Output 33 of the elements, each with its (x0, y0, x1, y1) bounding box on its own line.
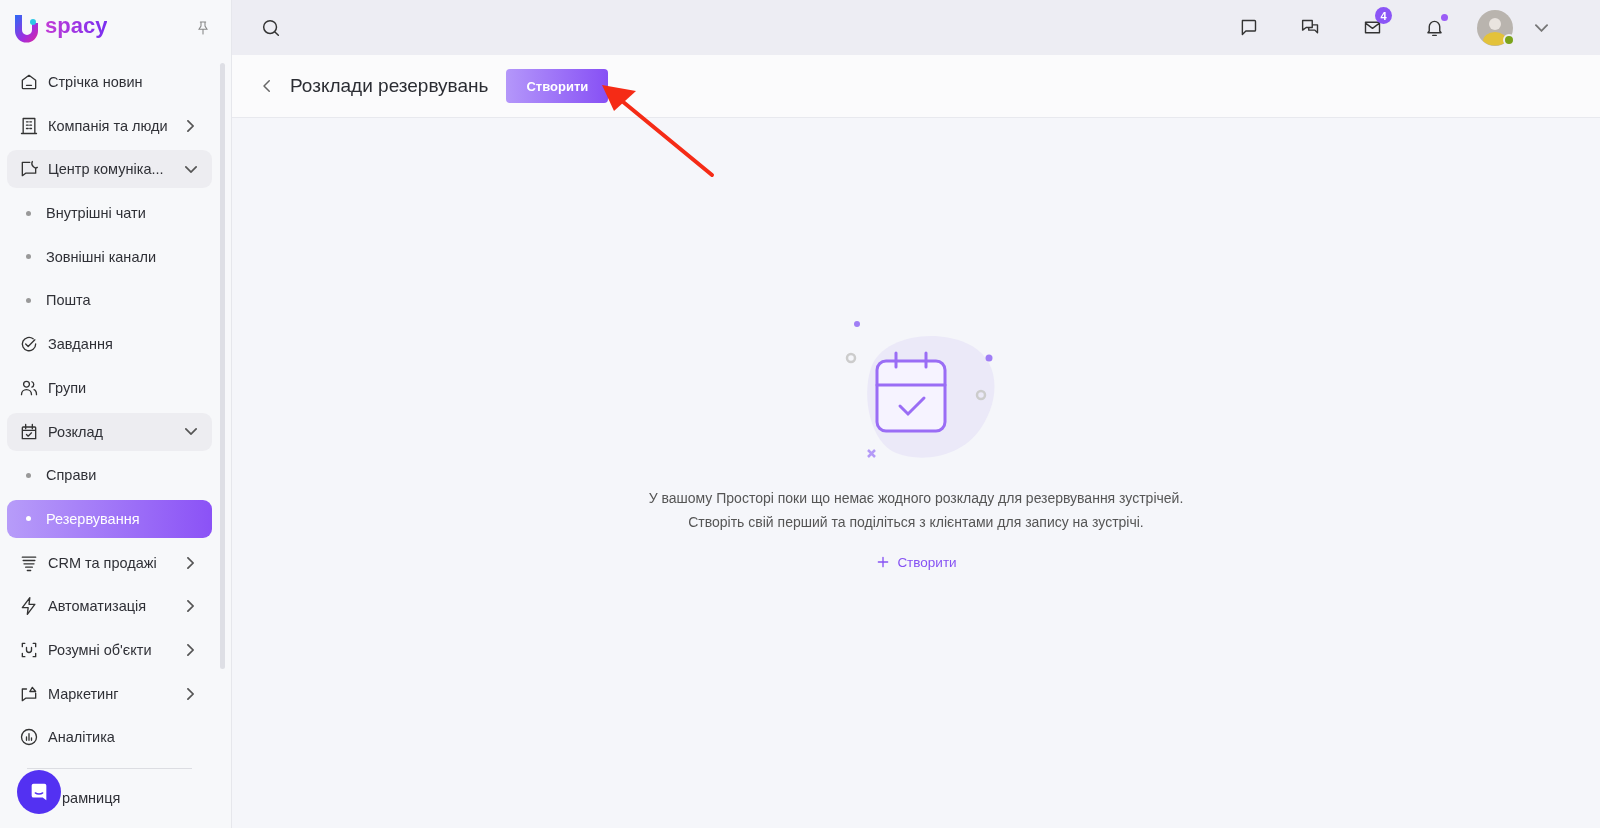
empty-state-message: У вашому Просторі поки що немає жодного розкладу для резервування зустрічей. Створіть свій перший та поділіться з клієнтами для запису на зустрічі. (648, 489, 1184, 532)
chevron-down-icon[interactable] (1535, 23, 1548, 32)
bar-chart-icon (19, 727, 39, 748)
avatar[interactable] (1477, 9, 1513, 46)
sidebar-item[interactable]: Стрічка новин (7, 63, 212, 101)
create-link[interactable]: Створити (875, 554, 957, 570)
sidebar-item[interactable]: Маркетинг (7, 674, 212, 713)
sidebar-item[interactable]: Розклад (7, 412, 212, 451)
sidebar-item[interactable]: Автоматизація (7, 587, 212, 626)
sidebar-item[interactable]: рамниця (62, 778, 212, 817)
sidebar-item[interactable]: Розумні об'єкти (7, 630, 212, 669)
page-title: Розклади резервувань (290, 75, 489, 97)
bullet-icon (26, 297, 31, 303)
home-icon (19, 72, 39, 92)
sidebar-item[interactable]: Центр комуніка... (7, 150, 212, 189)
bullet-icon (26, 516, 31, 522)
sidebar-item[interactable]: Групи (7, 368, 212, 407)
chat-widget-button[interactable] (17, 770, 61, 814)
sidebar-item[interactable]: Завдання (7, 325, 212, 364)
building-icon (19, 115, 39, 136)
count-badge: 4 (1375, 7, 1392, 24)
sidebar-subitem[interactable]: Зовнішні канали (7, 237, 212, 276)
sidebar-item[interactable]: CRM та продажі (7, 543, 212, 582)
sidebar-subitem[interactable]: Пошта (7, 281, 212, 320)
sidebar-item[interactable]: Компанія та люди (7, 106, 212, 145)
bullet-icon (26, 472, 31, 478)
bullet-icon (26, 210, 31, 216)
sidebar-subitem[interactable]: Справи (7, 456, 212, 495)
calendar-icon (19, 421, 39, 442)
sidebar-subitem[interactable]: Внутрішні чати (7, 194, 212, 233)
pin-icon[interactable] (195, 19, 211, 36)
sidebar-item[interactable]: Аналітика (7, 718, 212, 757)
bullet-icon (26, 254, 31, 260)
